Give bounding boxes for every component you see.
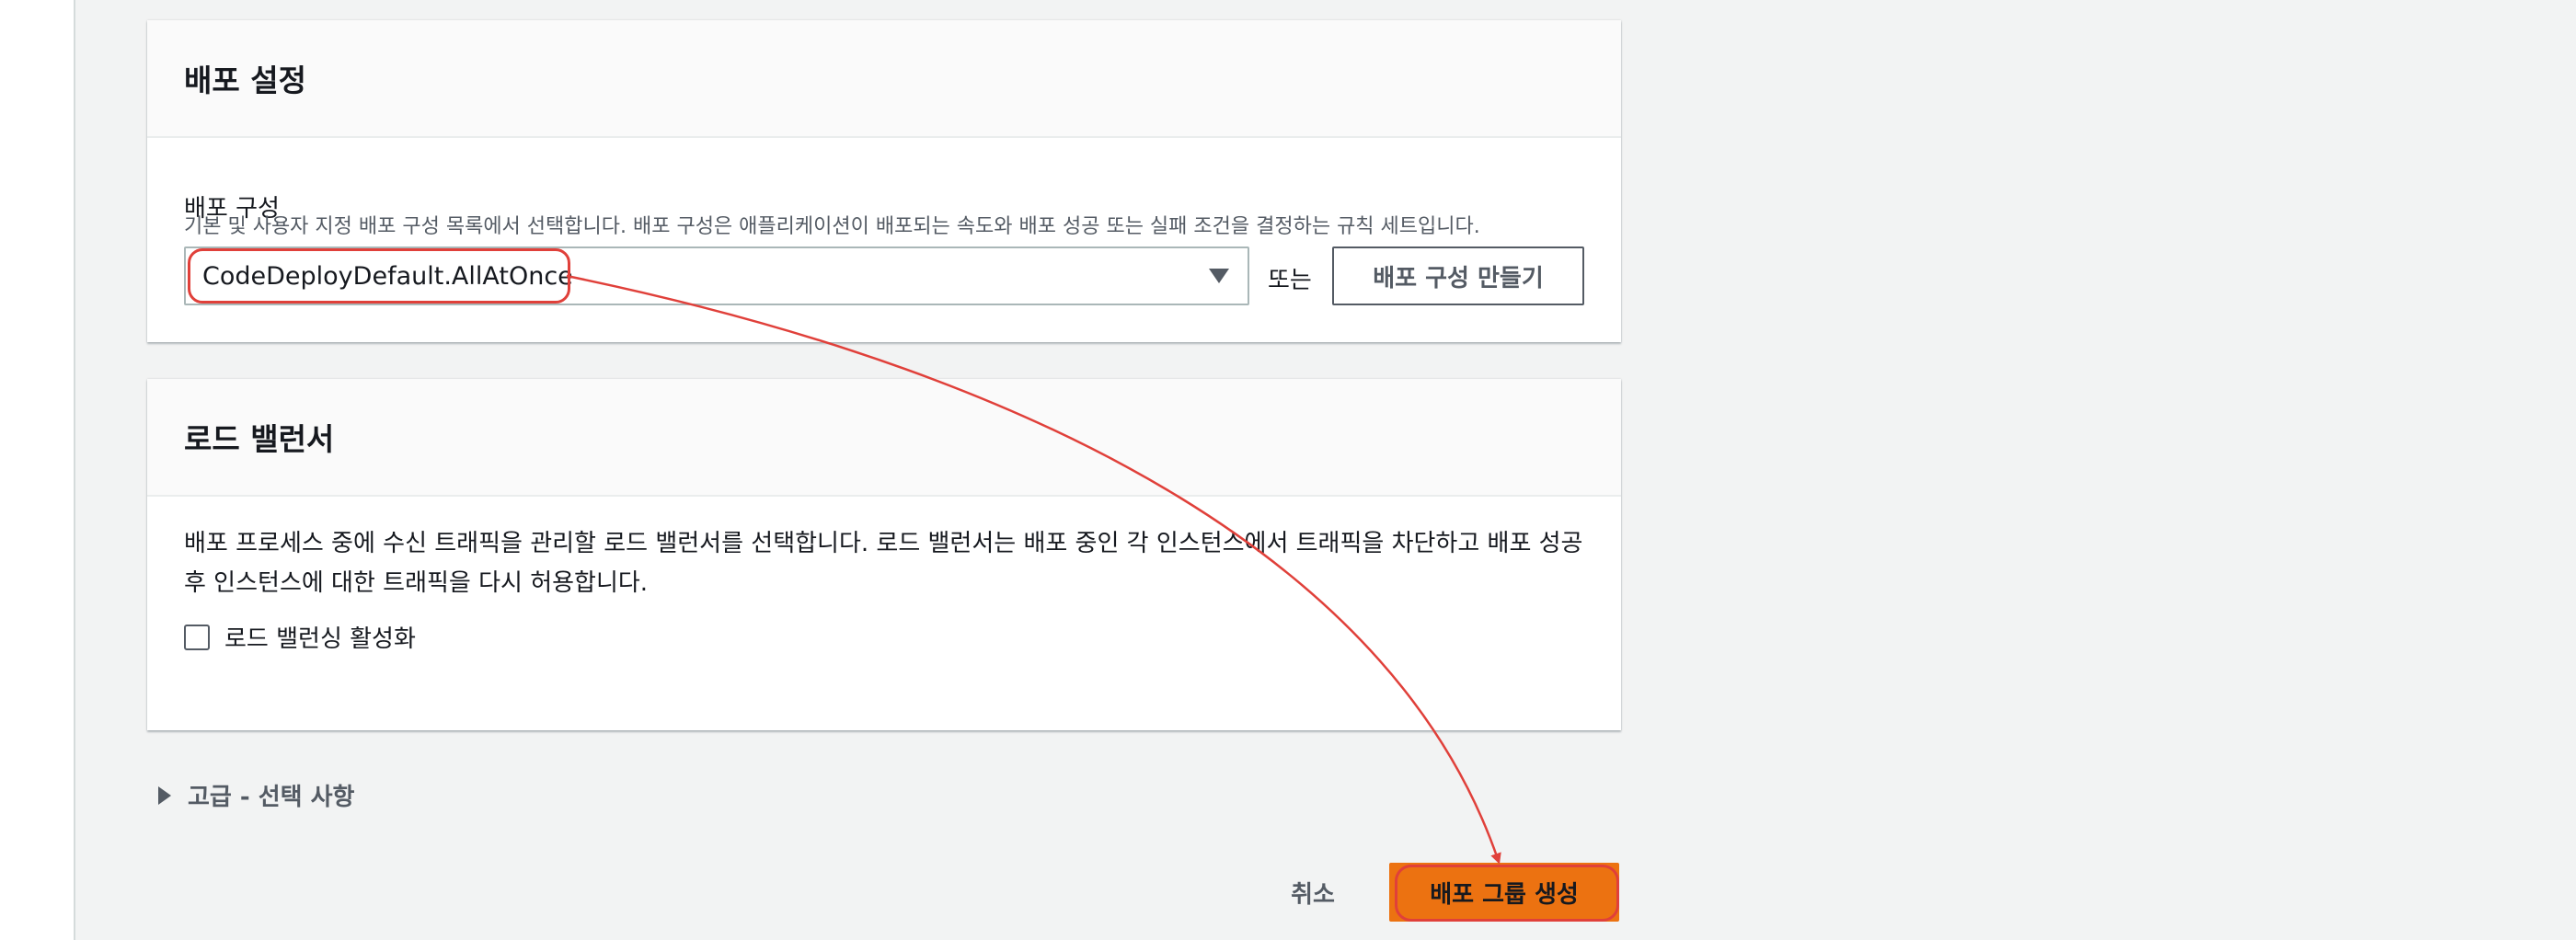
deployment-settings-header: 배포 설정 bbox=[147, 20, 1621, 138]
enable-load-balancing-row[interactable]: 로드 밸런싱 활성화 bbox=[184, 620, 416, 654]
cancel-button[interactable]: 취소 bbox=[1279, 870, 1347, 914]
load-balancer-panel: 로드 밸런서 배포 프로세스 중에 수신 트래픽을 관리할 로드 밸런서를 선택… bbox=[147, 379, 1621, 730]
advanced-optional-label: 고급 - 선택 사항 bbox=[188, 784, 355, 811]
enable-load-balancing-label[interactable]: 로드 밸런싱 활성화 bbox=[224, 620, 416, 654]
or-text: 또는 bbox=[1268, 267, 1312, 294]
annotation-highlight-select bbox=[188, 248, 570, 304]
deployment-config-description: 기본 및 사용자 지정 배포 구성 목록에서 선택합니다. 배포 구성은 애플리… bbox=[184, 215, 1480, 238]
deployment-settings-panel: 배포 설정 배포 구성 기본 및 사용자 지정 배포 구성 목록에서 선택합니다… bbox=[147, 20, 1621, 342]
create-deployment-config-button[interactable]: 배포 구성 만들기 bbox=[1332, 246, 1584, 305]
deployment-settings-title: 배포 설정 bbox=[184, 63, 306, 98]
load-balancer-header: 로드 밸런서 bbox=[147, 379, 1621, 497]
caret-right-icon bbox=[158, 785, 171, 805]
create-deployment-group-button[interactable]: 배포 그룹 생성 bbox=[1389, 863, 1619, 922]
enable-load-balancing-checkbox[interactable] bbox=[184, 624, 210, 650]
advanced-optional-expander[interactable]: 고급 - 선택 사항 bbox=[158, 778, 354, 812]
caret-down-icon bbox=[1209, 269, 1229, 283]
load-balancer-title: 로드 밸런서 bbox=[184, 421, 335, 457]
load-balancer-description: 배포 프로세스 중에 수신 트래픽을 관리할 로드 밸런서를 선택합니다. 로드… bbox=[184, 530, 1583, 597]
